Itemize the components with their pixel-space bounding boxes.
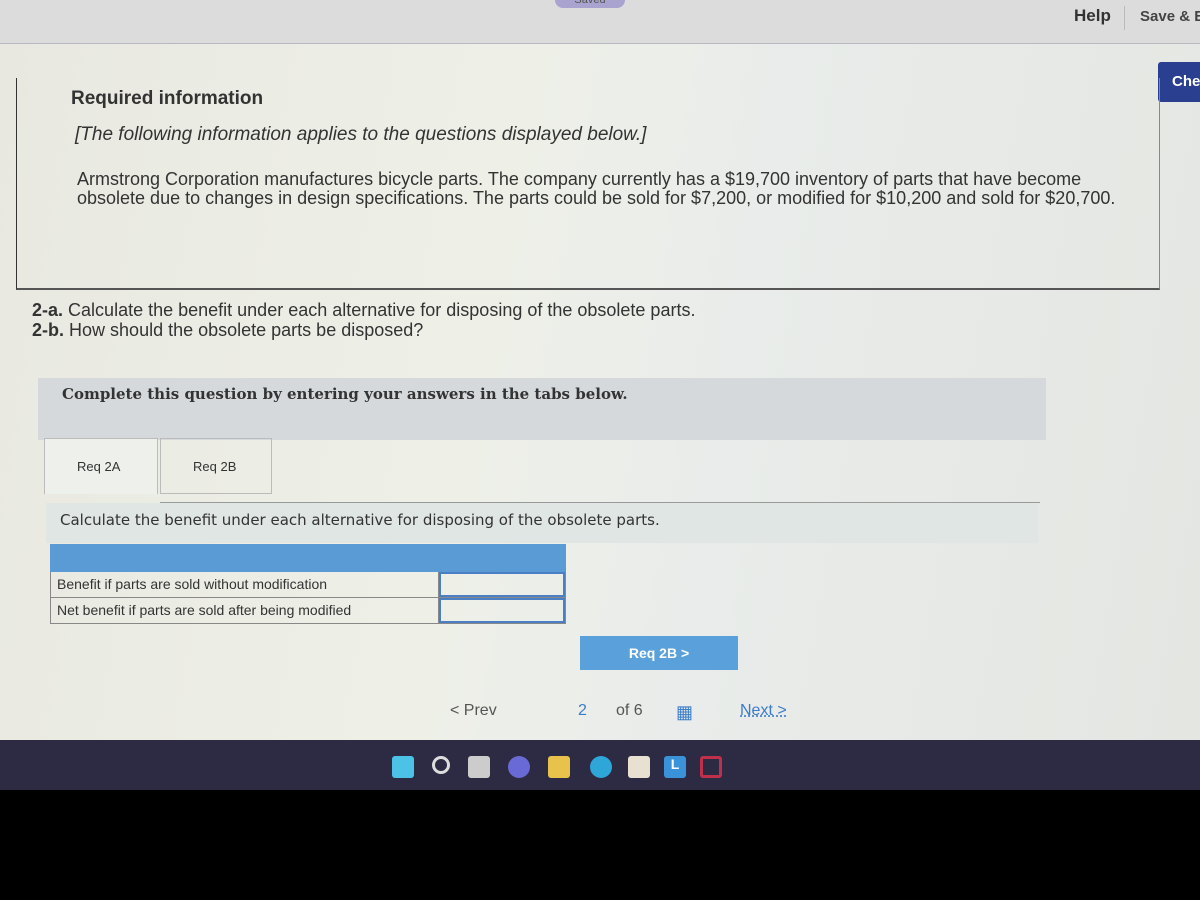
save-exit-button[interactable]: Save & E (1140, 8, 1200, 25)
row-label: Net benefit if parts are sold after bein… (51, 598, 439, 623)
tab-instruction: Calculate the benefit under each alterna… (46, 503, 1038, 543)
next-button[interactable]: Next > (740, 702, 787, 720)
question-2b: 2-b. How should the obsolete parts be di… (32, 320, 423, 341)
chat-icon[interactable] (508, 756, 530, 778)
complete-text: Complete this question by entering your … (62, 385, 628, 403)
problem-text: Armstrong Corporation manufactures bicyc… (77, 169, 1116, 208)
table-row: Net benefit if parts are sold after bein… (50, 598, 566, 624)
question-text: How should the obsolete parts be dispose… (69, 320, 424, 340)
saved-badge: Saved (555, 0, 625, 8)
windows-start-icon[interactable] (392, 756, 414, 778)
divider (1124, 6, 1125, 30)
question-text: Calculate the benefit under each alterna… (68, 300, 696, 320)
benefit-sold-input[interactable] (439, 572, 565, 597)
question-2a: 2-a. Calculate the benefit under each al… (32, 300, 695, 321)
question-number: 2-a. (32, 300, 64, 320)
prev-button[interactable]: < Prev (450, 702, 497, 720)
required-info-box: Required information [The following info… (16, 78, 1160, 290)
grid-icon[interactable]: ▦ (676, 702, 693, 723)
net-benefit-modified-input[interactable] (439, 598, 565, 623)
app-l-icon[interactable]: L (664, 756, 686, 778)
page-total: of 6 (616, 702, 643, 719)
screen: Saved Help Save & E Che Required informa… (0, 0, 1200, 740)
search-icon[interactable] (432, 756, 450, 774)
help-link[interactable]: Help (1074, 6, 1111, 26)
question-number: 2-b. (32, 320, 65, 340)
check-my-work-button[interactable]: Che (1158, 62, 1200, 102)
row-label: Benefit if parts are sold without modifi… (51, 572, 439, 597)
applies-note: [The following information applies to th… (75, 124, 647, 145)
next-req-button[interactable]: Req 2B > (580, 636, 738, 670)
table-header (50, 544, 566, 572)
required-info-title: Required information (71, 88, 264, 109)
mcafee-icon[interactable] (700, 756, 722, 778)
complete-instruction: Complete this question by entering your … (38, 378, 1046, 440)
file-explorer-icon[interactable] (548, 756, 570, 778)
task-view-icon[interactable] (468, 756, 490, 778)
tab-req-2a[interactable]: Req 2A (44, 438, 158, 494)
top-bar: Saved Help Save & E (0, 0, 1200, 44)
tab-req-2b[interactable]: Req 2B (160, 438, 272, 494)
answer-table: Benefit if parts are sold without modifi… (50, 544, 566, 624)
store-icon[interactable] (628, 756, 650, 778)
edge-icon[interactable] (590, 756, 612, 778)
table-row: Benefit if parts are sold without modifi… (50, 572, 566, 598)
current-page: 2 (578, 702, 587, 719)
